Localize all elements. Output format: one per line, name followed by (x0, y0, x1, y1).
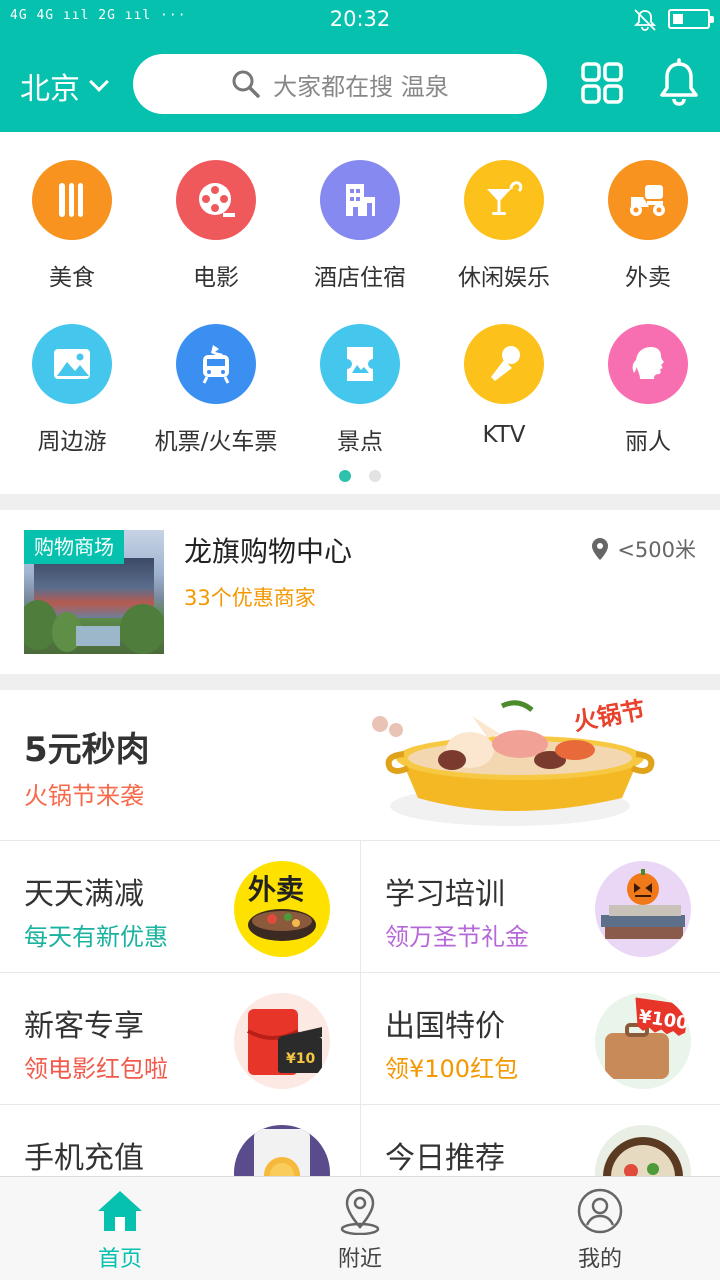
tab-nearby[interactable]: 附近 (240, 1177, 480, 1280)
category-leisure[interactable]: 休闲娱乐 (432, 160, 576, 300)
delivery-scooter-icon (608, 160, 688, 240)
mall-card[interactable]: 购物商场 龙旗购物中心 33个优惠商家 <500米 (0, 510, 720, 674)
city-selector[interactable]: 北京 (20, 64, 109, 108)
landscape-icon (32, 324, 112, 404)
category-label: 休闲娱乐 (458, 265, 550, 291)
bottom-tab-bar: 首页 附近 我的 (0, 1176, 720, 1280)
section-divider (0, 494, 720, 510)
category-label: 景点 (337, 429, 383, 455)
bell-icon[interactable] (656, 58, 702, 108)
film-reel-icon (176, 160, 256, 240)
city-name: 北京 (20, 72, 80, 107)
fork-knife-icon (32, 160, 112, 240)
qr-scan-icon[interactable] (579, 58, 625, 108)
deal-tile-overseas[interactable]: 出国特价 领¥100红包 ¥100 (360, 973, 720, 1105)
tab-label: 首页 (97, 1247, 142, 1272)
category-tag: 购物商场 (24, 530, 124, 564)
deal-thumb-text: ¥10 (286, 1051, 315, 1067)
deal-title: 新客专享 (24, 1009, 144, 1044)
category-label: 丽人 (625, 429, 671, 455)
takeout-bowl-thumbnail: 外卖 (234, 861, 330, 957)
deal-subtitle: 领万圣节礼金 (385, 923, 529, 951)
app-screen: 4G 4G ııl 2G ııl ··· 20:32 北京 大家都在搜 温泉 美… (0, 0, 720, 1280)
category-label: 美食 (49, 265, 95, 291)
tab-home[interactable]: 首页 (0, 1177, 240, 1280)
phone-coin-thumbnail (234, 1125, 330, 1176)
category-takeout[interactable]: 外卖 (576, 160, 720, 300)
category-label: 周边游 (37, 429, 107, 455)
page-dot-active[interactable] (339, 470, 351, 482)
battery-icon (668, 9, 714, 29)
plane-train-icon (176, 324, 256, 404)
suitcase-coupon-thumbnail: ¥100 (595, 993, 691, 1089)
category-label: KTV (482, 422, 526, 448)
books-pumpkin-thumbnail (595, 861, 691, 957)
category-food[interactable]: 美食 (0, 160, 144, 300)
page-dot[interactable] (369, 470, 381, 482)
category-hotel[interactable]: 酒店住宿 (288, 160, 432, 300)
tab-label: 附近 (337, 1247, 382, 1272)
mall-deals-count: 33个优惠商家 (184, 586, 316, 610)
food-bowl-thumbnail (595, 1125, 691, 1176)
deal-title: 今日推荐 (385, 1141, 505, 1176)
tab-label: 我的 (577, 1247, 622, 1272)
category-scenic-spot[interactable]: 景点 (288, 324, 432, 464)
status-bar: 4G 4G ııl 2G ııl ··· 20:32 (0, 0, 720, 40)
deal-subtitle: 领电影红包啦 (24, 1055, 168, 1083)
home-icon (98, 1191, 142, 1231)
mute-icon (633, 9, 657, 31)
deal-thumb-text: 外卖 (248, 873, 304, 906)
deal-title: 出国特价 (385, 1009, 505, 1044)
distance-info: <500米 (591, 534, 696, 564)
header-bar: 4G 4G ııl 2G ııl ··· 20:32 北京 大家都在搜 温泉 (0, 0, 720, 132)
cocktail-icon (464, 160, 544, 240)
deal-tile-training[interactable]: 学习培训 领万圣节礼金 (360, 841, 720, 973)
search-box[interactable]: 大家都在搜 温泉 (133, 54, 547, 114)
category-label: 电影 (193, 265, 239, 291)
category-label: 酒店住宿 (314, 265, 406, 291)
promo-banner[interactable]: 5元秒肉 火锅节来袭 火锅节 (0, 690, 720, 840)
category-flight-train[interactable]: 机票/火车票 (144, 324, 288, 464)
tab-profile[interactable]: 我的 (480, 1177, 720, 1280)
lady-profile-icon (608, 324, 688, 404)
deal-subtitle: 领¥100红包 (385, 1055, 519, 1083)
category-nearby-tour[interactable]: 周边游 (0, 324, 144, 464)
category-movie[interactable]: 电影 (144, 160, 288, 300)
category-label: 外卖 (625, 265, 671, 291)
location-pin-icon (592, 538, 609, 560)
deal-tile-today-pick[interactable]: 今日推荐 (360, 1105, 720, 1176)
movie-redpacket-thumbnail: ¥10 (234, 993, 330, 1089)
deal-title: 学习培训 (385, 877, 505, 912)
clock: 20:32 (329, 7, 391, 31)
category-grid: 美食 电影 酒店住宿 休闲娱乐 外卖 周边游 机票/火车票 景点 KTV 丽人 (0, 132, 720, 494)
mall-name: 龙旗购物中心 (184, 535, 353, 568)
promo-art-text: 火锅节 (571, 696, 647, 736)
section-divider (0, 674, 720, 690)
promo-subtitle: 火锅节来袭 (24, 782, 144, 810)
ticket-icon (320, 324, 400, 404)
deal-subtitle: 每天有新优惠 (24, 923, 168, 951)
category-label: 机票/火车票 (154, 429, 278, 455)
profile-icon (577, 1188, 623, 1234)
microphone-icon (464, 324, 544, 404)
deal-tile-new-customer[interactable]: 新客专享 领电影红包啦 ¥10 (0, 973, 360, 1105)
deal-tile-daily-discount[interactable]: 天天满减 每天有新优惠 外卖 (0, 841, 360, 973)
chevron-down-icon (89, 72, 109, 92)
deals-grid: 天天满减 每天有新优惠 外卖 学习培训 领万圣节礼金 新客专享 领电影红包啦 ¥… (0, 840, 720, 1176)
location-pin-icon (340, 1188, 380, 1235)
page-indicator (0, 470, 720, 482)
deal-title: 天天满减 (24, 877, 144, 912)
category-beauty[interactable]: 丽人 (576, 324, 720, 464)
hotpot-illustration: 火锅节 (372, 696, 655, 826)
search-placeholder: 大家都在搜 温泉 (273, 72, 449, 101)
hotel-icon (320, 160, 400, 240)
promo-title: 5元秒肉 (24, 730, 150, 770)
deal-tile-phone-topup[interactable]: 手机充值 (0, 1105, 360, 1176)
deal-title: 手机充值 (24, 1141, 144, 1176)
distance-text: <500米 (617, 538, 696, 562)
search-icon (232, 70, 260, 98)
category-ktv[interactable]: KTV (432, 324, 576, 464)
